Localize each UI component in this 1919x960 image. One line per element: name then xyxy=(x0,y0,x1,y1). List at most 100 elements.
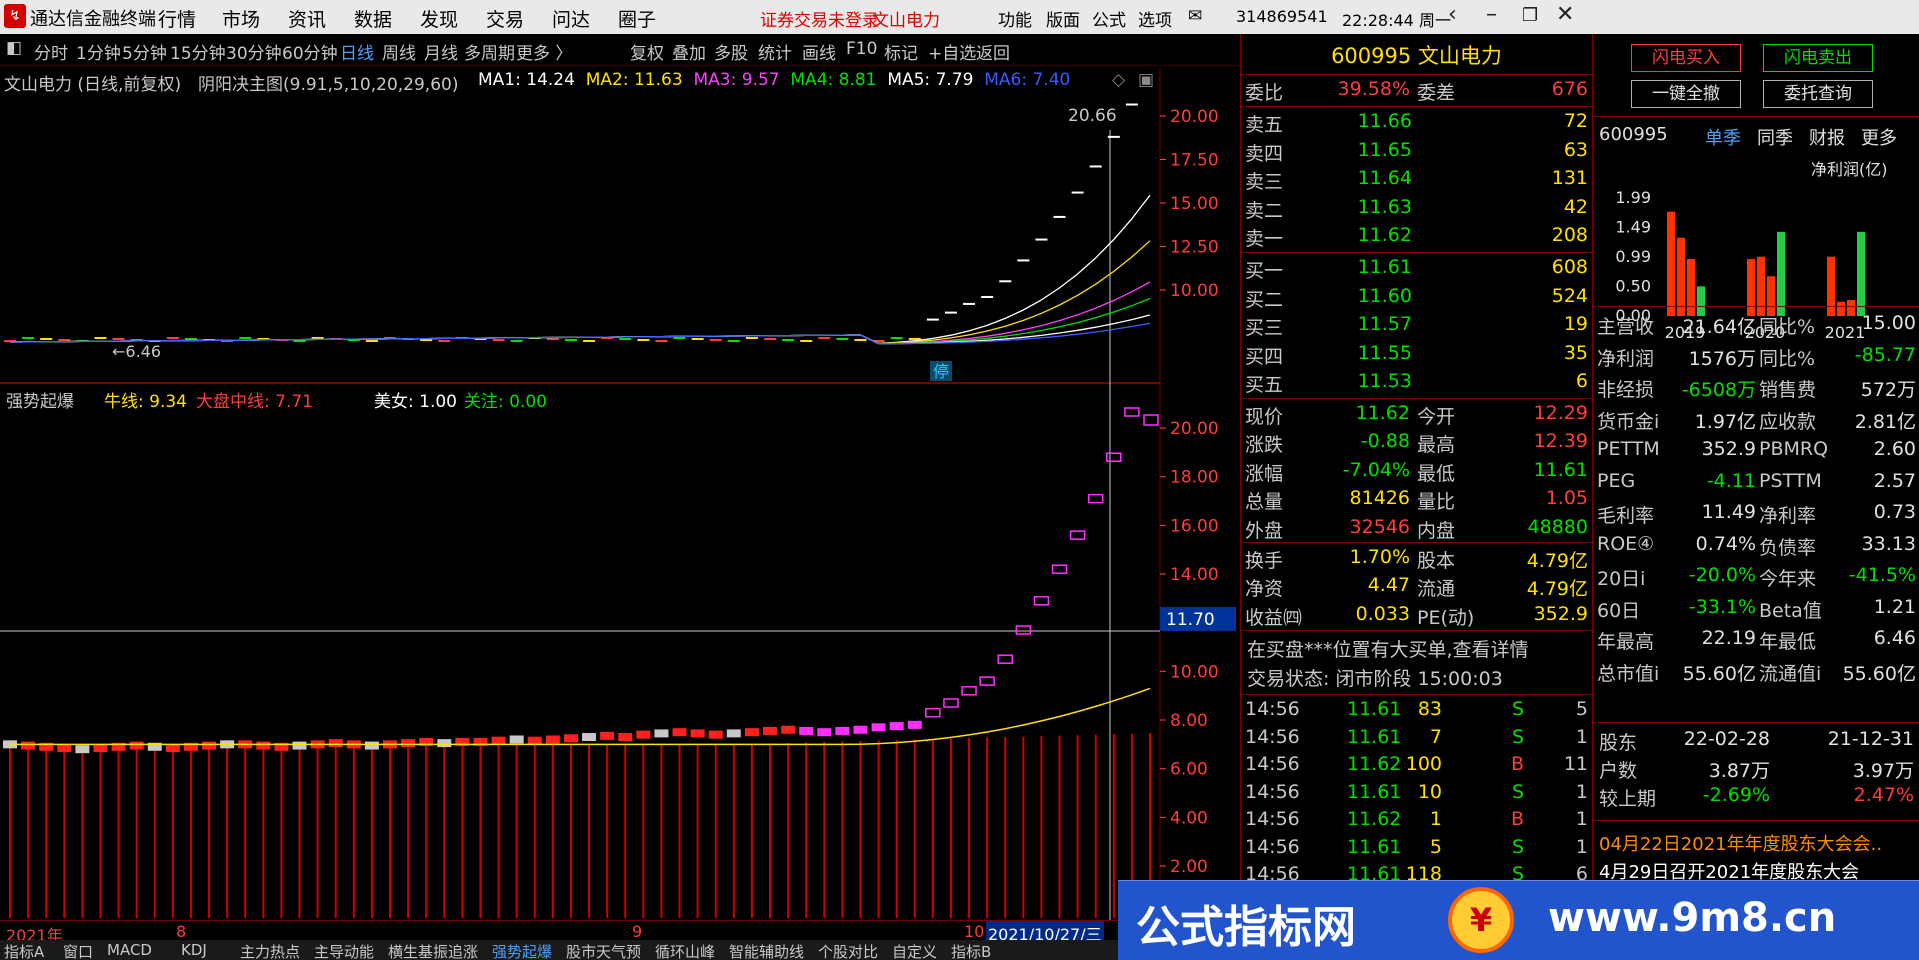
tool-zixuan[interactable]: +自选 xyxy=(928,39,976,64)
bottom-ytick: 10.00 xyxy=(1170,662,1219,682)
indicator-tab[interactable]: 指标B xyxy=(951,941,991,960)
period-fenshi[interactable]: 分时 xyxy=(34,39,68,64)
buy-level-row[interactable]: 买一 11.61 608 xyxy=(1241,256,1592,284)
tool-duogu[interactable]: 多股 xyxy=(714,39,748,64)
top-candle xyxy=(745,337,758,339)
finance-label: 销售费 xyxy=(1759,379,1817,401)
finance-value: -41.5% xyxy=(1848,564,1916,586)
sell-level-row[interactable]: 卖三 11.64 131 xyxy=(1241,167,1592,195)
tick-count: 1 xyxy=(1575,780,1588,803)
flash-buy-button[interactable]: 闪电买入 xyxy=(1631,44,1741,72)
finance-label: PSTTM xyxy=(1759,469,1822,492)
indicator-tab[interactable]: 自定义 xyxy=(892,941,937,960)
period-monthly[interactable]: 月线 xyxy=(424,39,458,64)
news-item[interactable]: 04月22日2021年年度股东大会会.. xyxy=(1599,830,1917,858)
bottom-candle xyxy=(1106,452,1122,463)
top-candle xyxy=(1017,259,1030,262)
period-weekly[interactable]: 周线 xyxy=(382,39,416,64)
buy-level-row[interactable]: 买二 11.60 524 xyxy=(1241,285,1592,313)
tool-fuquan[interactable]: 复权 xyxy=(630,39,664,64)
indicator-tab[interactable]: 窗口 xyxy=(63,941,93,960)
menu-gongshi[interactable]: 公式 xyxy=(1092,6,1126,31)
indicator-tab[interactable]: 循环山峰 xyxy=(655,941,715,960)
top-candle xyxy=(1125,103,1138,106)
menu-banmian[interactable]: 版面 xyxy=(1046,6,1080,31)
bottom-candle xyxy=(75,745,90,754)
period-more[interactable]: 更多 〉 xyxy=(516,39,572,64)
indicator-tab[interactable]: 横生基振追涨 xyxy=(388,941,478,960)
flash-sell-button[interactable]: 闪电卖出 xyxy=(1763,44,1873,72)
tool-diejia[interactable]: 叠加 xyxy=(672,39,706,64)
bottom-candle xyxy=(256,741,271,750)
menu-shichang[interactable]: 市场 xyxy=(222,5,260,32)
tool-huaxian[interactable]: 画线 xyxy=(802,39,836,64)
finance-value: 2.60 xyxy=(1873,438,1916,460)
period-1min[interactable]: 1分钟 xyxy=(76,39,121,64)
order-query-button[interactable]: 委托查询 xyxy=(1763,80,1873,108)
tab-more[interactable]: 更多 xyxy=(1861,124,1897,150)
buy-level-row[interactable]: 买四 11.55 35 xyxy=(1241,342,1592,370)
period-daily[interactable]: 日线 xyxy=(340,39,374,64)
bottom-candle xyxy=(925,707,941,718)
menu-gongneng[interactable]: 功能 xyxy=(998,6,1032,31)
quote-stat-row: 换手 1.70% 股本 4.79亿 xyxy=(1241,546,1592,574)
tab-danji[interactable]: 单季 xyxy=(1705,124,1741,150)
menu-wenda[interactable]: 问达 xyxy=(552,5,590,32)
panel-toggle-icon[interactable]: ◧ xyxy=(6,38,22,58)
minimize-icon[interactable]: – xyxy=(1486,2,1497,27)
menu-hangqing[interactable]: 行情 xyxy=(158,5,196,32)
login-warning[interactable]: 证券交易未登录 xyxy=(760,6,879,31)
period-30min[interactable]: 30分钟 xyxy=(226,39,282,64)
finance-value: 572万 xyxy=(1860,379,1916,401)
tool-biaoji[interactable]: 标记 xyxy=(884,39,918,64)
menu-xuanxiang[interactable]: 选项 xyxy=(1138,6,1172,31)
indicator-tab[interactable]: MACD xyxy=(107,941,152,959)
order-level-label: 买三 xyxy=(1245,317,1284,340)
sell-level-row[interactable]: 卖一 11.62 208 xyxy=(1241,224,1592,252)
indicator-tab[interactable]: 指标A xyxy=(4,941,44,960)
restore-icon[interactable]: ❐ xyxy=(1522,5,1538,26)
quote-stat-row: 涨跌 -0.88 最高 12.39 xyxy=(1241,430,1592,458)
sell-level-row[interactable]: 卖五 11.66 72 xyxy=(1241,110,1592,138)
big-order-notice[interactable]: 在买盘***位置有大买单,查看详情 xyxy=(1247,635,1529,663)
profit-bar xyxy=(1747,259,1755,316)
indicator-tab[interactable]: 主力热点 xyxy=(240,941,300,960)
stat-label: PE(动) xyxy=(1417,606,1475,629)
sell-level-row[interactable]: 卖二 11.63 42 xyxy=(1241,196,1592,224)
indicator-tab[interactable]: KDJ xyxy=(181,941,207,959)
mail-icon[interactable]: ✉ xyxy=(1188,6,1202,26)
tool-fanhui[interactable]: 返回 xyxy=(976,39,1010,64)
back-icon[interactable]: ‹ xyxy=(1448,2,1457,27)
buy-level-row[interactable]: 买三 11.57 19 xyxy=(1241,313,1592,341)
sell-level-row[interactable]: 卖四 11.65 63 xyxy=(1241,139,1592,167)
tab-tongji[interactable]: 同季 xyxy=(1757,124,1793,150)
menu-faxian[interactable]: 发现 xyxy=(420,5,458,32)
menu-shuju[interactable]: 数据 xyxy=(354,5,392,32)
stat-label: 现价 xyxy=(1245,406,1284,428)
indicator-tab[interactable]: 强势起爆 xyxy=(492,941,552,960)
quote-stat-row: 涨幅 -7.04% 最低 11.61 xyxy=(1241,459,1592,487)
period-60min[interactable]: 60分钟 xyxy=(282,39,338,64)
finance-value: 2.57 xyxy=(1873,469,1916,492)
finance-label: Beta值 xyxy=(1759,599,1822,622)
menu-zixun[interactable]: 资讯 xyxy=(288,5,326,32)
cancel-all-button[interactable]: 一键全撤 xyxy=(1631,80,1741,108)
top-candle xyxy=(1053,215,1066,218)
buy-level-row[interactable]: 买五 11.53 6 xyxy=(1241,370,1592,398)
close-icon[interactable]: ✕ xyxy=(1556,2,1574,27)
menu-quanzi[interactable]: 圈子 xyxy=(618,5,656,32)
tab-caibao[interactable]: 财报 xyxy=(1809,124,1845,150)
bottom-candle xyxy=(600,731,615,740)
indicator-tab[interactable]: 主导动能 xyxy=(314,941,374,960)
tick-row: 14:56 11.62 100 B 11 xyxy=(1241,753,1592,780)
period-multi[interactable]: 多周期 xyxy=(464,39,515,64)
period-5min[interactable]: 5分钟 xyxy=(122,39,167,64)
indicator-tab[interactable]: 股市天气预 xyxy=(566,941,641,960)
tool-tongji[interactable]: 统计 xyxy=(758,39,792,64)
period-15min[interactable]: 15分钟 xyxy=(170,39,226,64)
indicator-tab[interactable]: 个股对比 xyxy=(818,941,878,960)
tool-f10[interactable]: F10 xyxy=(846,39,877,59)
indicator-tab[interactable]: 智能辅助线 xyxy=(729,941,804,960)
menu-jiaoyi[interactable]: 交易 xyxy=(486,5,524,32)
kline-chart[interactable]: 20.66 ←6.46 停 20.00 17.50 15.00 12.50 10.00 20.… xyxy=(0,68,1240,958)
